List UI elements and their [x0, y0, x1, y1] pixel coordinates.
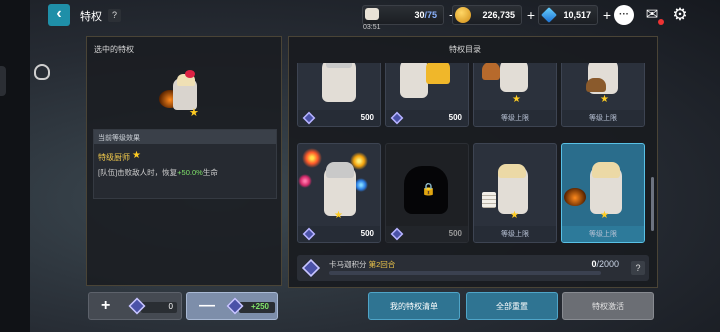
- device-notch: [0, 66, 6, 96]
- coffee-cup-icon: [365, 8, 379, 20]
- perk-card[interactable]: ★ 等级上限: [561, 63, 645, 127]
- stamina-max: /75: [424, 10, 437, 20]
- star-icon: ★: [334, 210, 343, 221]
- star-icon: ★: [600, 94, 609, 105]
- perk-point-icon: [302, 111, 316, 125]
- notification-dot: [658, 19, 664, 25]
- effect-description: [队伍]击败敌人时，恢复+50.0%生命: [98, 168, 218, 177]
- add-gem-button[interactable]: +: [599, 6, 615, 24]
- star-icon: ★: [510, 210, 519, 221]
- karma-help-button[interactable]: ?: [631, 261, 645, 275]
- gear-icon[interactable]: ⚙: [670, 5, 690, 25]
- effect-header: 当前等级效果: [94, 130, 276, 144]
- progress-track: [329, 271, 601, 275]
- page-title: 特权: [80, 11, 102, 23]
- decrease-level-button[interactable]: + 0: [88, 292, 182, 320]
- perk-card[interactable]: 500: [297, 63, 381, 127]
- round-label: 第2回合: [368, 260, 396, 269]
- plus-icon: +: [101, 297, 111, 314]
- gold-counter: 226,735 +: [452, 5, 535, 25]
- effect-box: 当前等级效果 特级厨师 ★ [队伍]击败敌人时，恢复+50.0%生命: [93, 129, 277, 199]
- lock-icon: 🔒: [421, 182, 436, 196]
- perk-catalog-title: 特权目录: [449, 45, 481, 54]
- karma-points-bar: 卡马迦积分 第2回合 0/2000 ?: [297, 255, 649, 281]
- gold-value: 226,735: [482, 10, 515, 20]
- minus-icon: —: [199, 297, 215, 314]
- karma-points-label: 卡马迦积分: [329, 260, 367, 269]
- star-icon: ★: [189, 107, 199, 119]
- reset-all-button[interactable]: 全部重置: [466, 292, 558, 320]
- perk-point-icon: [390, 111, 404, 125]
- back-button[interactable]: ‹: [48, 4, 70, 26]
- star-icon: ★: [132, 150, 141, 161]
- perk-point-icon: [302, 227, 316, 241]
- increase-level-button[interactable]: — +250: [186, 292, 278, 320]
- perk-card-selected[interactable]: ★ 等级上限: [561, 143, 645, 243]
- selected-perk-panel: 选中的特权 ★ 当前等级效果 特级厨师 ★ [队伍]击败敌人时，恢复+50.0%…: [86, 36, 282, 286]
- activate-perk-button[interactable]: 特权激活: [562, 292, 654, 320]
- decrease-cost: 0: [168, 302, 173, 311]
- add-gold-button[interactable]: +: [523, 6, 539, 24]
- perk-card[interactable]: ★ 等级上限: [473, 143, 557, 243]
- gem-value: 10,517: [563, 10, 591, 20]
- gem-counter: 10,517 +: [538, 5, 611, 25]
- perk-catalog-panel: 特权目录 500 500 ★ 等级上限 ★ 等级上限 ★ 500 🔒 500 ★…: [288, 36, 658, 288]
- selected-perk-title: 选中的特权: [94, 45, 134, 54]
- lock-screen-icon[interactable]: [34, 64, 50, 80]
- perk-card[interactable]: 500: [385, 63, 469, 127]
- perk-grid: 500 500 ★ 等级上限 ★ 等级上限 ★ 500 🔒 500 ★ 等级上限…: [297, 63, 649, 247]
- stamina-counter: 30/75 03:51 +: [362, 5, 457, 31]
- top-bar: ‹ 特权 ? 30/75 03:51 + 226,735 + 10,517 + …: [48, 4, 696, 31]
- mail-icon[interactable]: ✉: [642, 5, 664, 25]
- perk-card-locked[interactable]: 🔒 500: [385, 143, 469, 243]
- effect-name: 特级厨师: [98, 153, 130, 162]
- perk-card[interactable]: ★ 500: [297, 143, 381, 243]
- gold-coin-icon: [455, 7, 471, 23]
- help-button[interactable]: ?: [108, 9, 121, 22]
- star-icon: ★: [600, 210, 609, 221]
- star-icon: ★: [512, 94, 521, 105]
- my-perk-list-button[interactable]: 我的特权清单: [368, 292, 460, 320]
- stamina-timer: 03:51: [363, 24, 381, 31]
- karma-points-max: /2000: [596, 259, 619, 269]
- perk-point-icon: [390, 227, 404, 241]
- chat-icon[interactable]: ···: [614, 5, 634, 25]
- device-edge: [0, 0, 30, 332]
- blue-gem-icon: [541, 7, 557, 23]
- catalog-scrollbar[interactable]: [651, 177, 654, 231]
- selected-perk-image: ★: [159, 70, 211, 119]
- perk-card[interactable]: ★ 等级上限: [473, 63, 557, 127]
- stamina-value: 30: [414, 10, 425, 20]
- perk-point-icon: [301, 258, 321, 278]
- increase-cost: +250: [250, 302, 269, 311]
